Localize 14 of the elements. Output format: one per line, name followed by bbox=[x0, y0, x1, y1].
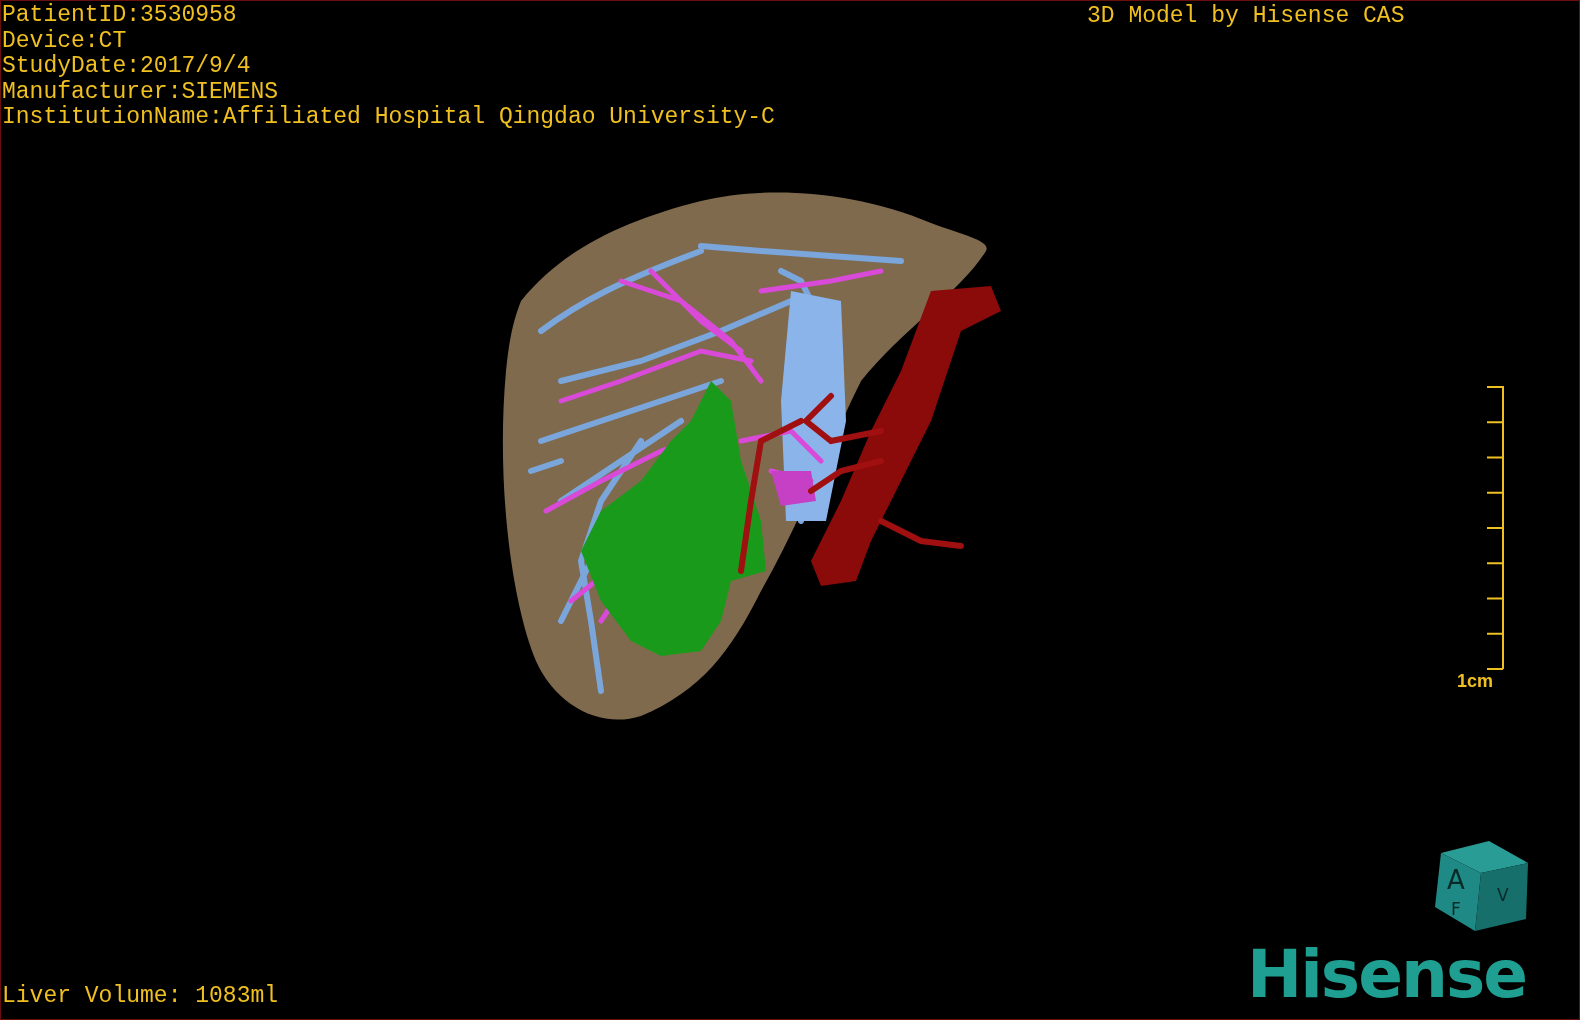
liver-volume-text: Liver Volume: 1083ml bbox=[2, 983, 279, 1009]
dicom-info-text: InstitutionName:Affiliated Hospital Qingdao University-C bbox=[2, 105, 775, 131]
cube-face-label: A bbox=[1447, 865, 1465, 895]
dicom-info-text: StudyDate:2017/9/4 bbox=[2, 54, 252, 80]
dicom-info-text: Manufacturer:SIEMENS bbox=[2, 79, 280, 105]
cube-face-label: F bbox=[1451, 899, 1461, 919]
dicom-info-text: Device:CT bbox=[2, 28, 128, 54]
3d-viewport[interactable]: PatientID:3530958 Device:CT StudyDate:2017/9/4 Manufacturer:SIEMENS InstitutionName:Affiliated Hospital Qingdao University-C 3D Model by Hisense CAS A F V 1cm Liver Volume: 1083ml Hisense bbox=[0, 0, 1580, 1020]
scale-bar-label: 1cm bbox=[1457, 671, 1494, 692]
dicom-info-text: PatientID:3530958 bbox=[2, 3, 238, 29]
cube-face-label: V bbox=[1497, 885, 1509, 905]
orientation-cube-icon[interactable] bbox=[1435, 841, 1528, 931]
brand-logo-text: Hisense bbox=[1247, 939, 1526, 1011]
model-credit-text: 3D Model by Hisense CAS bbox=[1087, 4, 1405, 29]
